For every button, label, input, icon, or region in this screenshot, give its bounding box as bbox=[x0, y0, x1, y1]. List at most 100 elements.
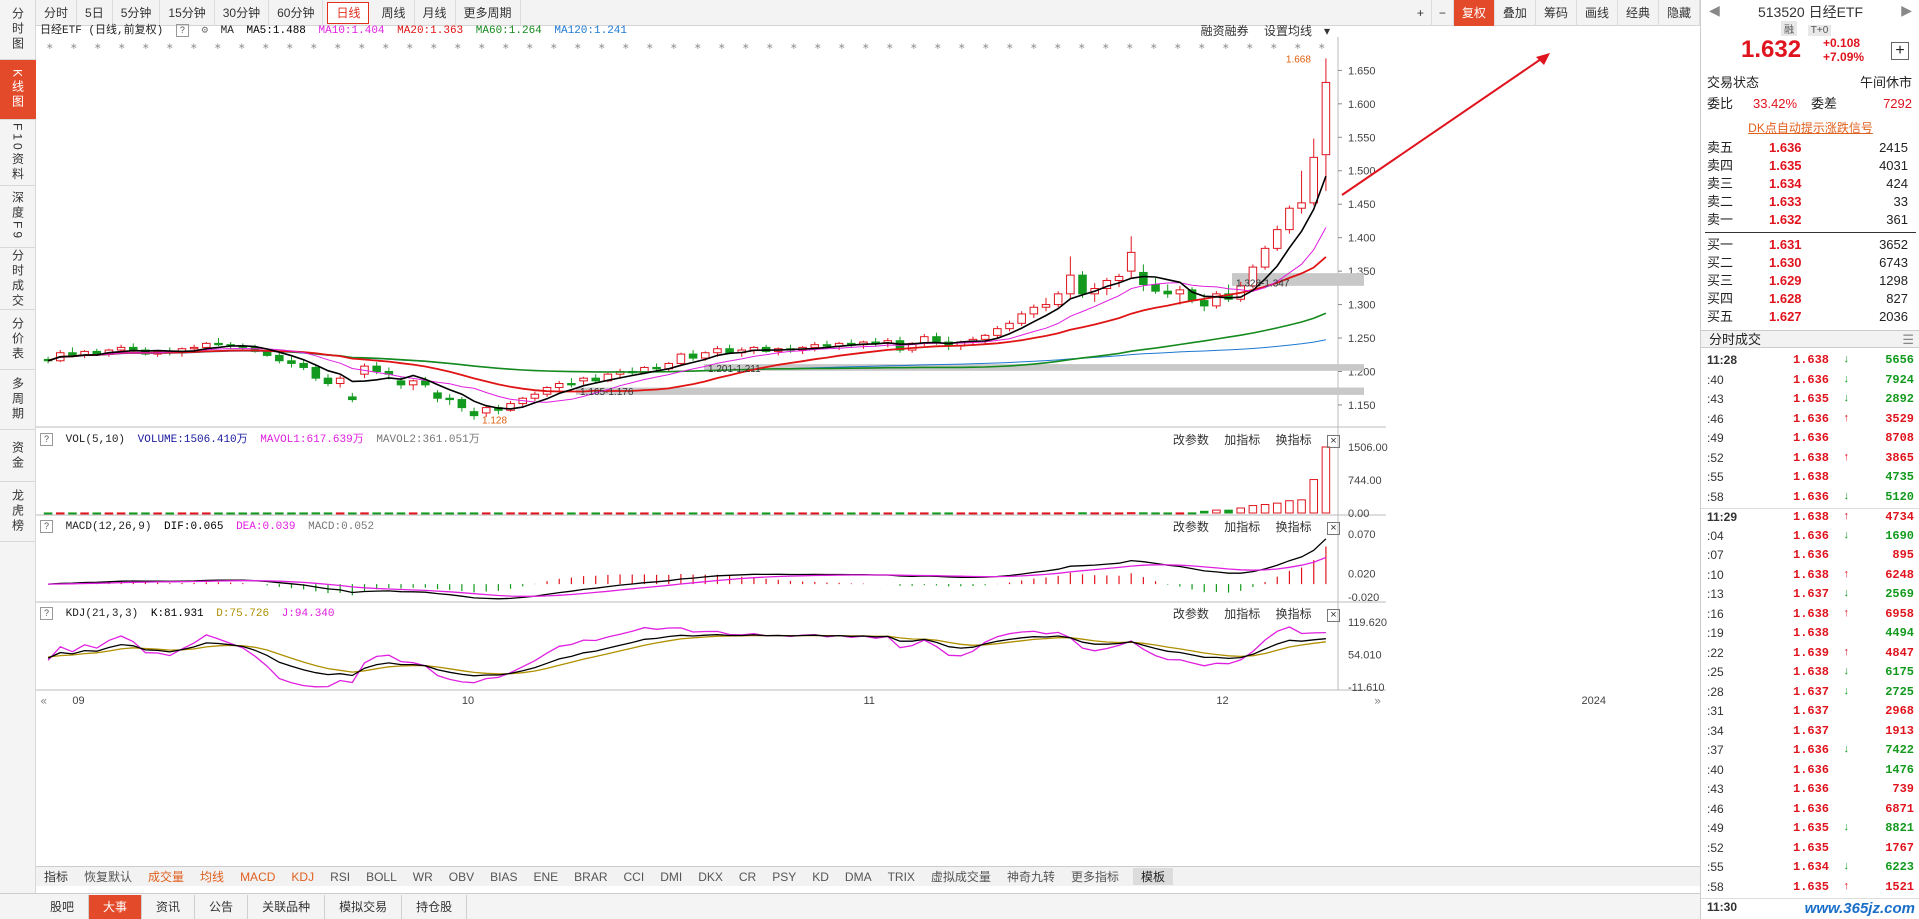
switch-indicator-button[interactable]: 换指标 bbox=[1276, 520, 1312, 534]
tick-volume: 6958 bbox=[1885, 606, 1914, 621]
edit-params-button[interactable]: 改参数 bbox=[1173, 520, 1209, 534]
tool-2[interactable]: 复权 bbox=[1453, 0, 1495, 26]
close-icon[interactable]: × bbox=[1327, 522, 1340, 535]
indicator-17[interactable]: PSY bbox=[764, 870, 804, 884]
indicator-15[interactable]: DKX bbox=[690, 870, 731, 884]
help-icon[interactable]: ? bbox=[40, 433, 53, 446]
period-tab-5[interactable]: 60分钟 bbox=[269, 0, 324, 26]
set-ma-link[interactable]: 设置均线 bbox=[1264, 24, 1312, 38]
left-tab-7[interactable]: 资金 bbox=[0, 430, 36, 482]
help-icon[interactable]: ? bbox=[175, 24, 189, 37]
period-tab-8[interactable]: 月线 bbox=[415, 0, 456, 26]
indicator-13[interactable]: CCI bbox=[616, 870, 653, 884]
candle-body bbox=[676, 353, 686, 364]
indicator-2[interactable]: 成交量 bbox=[140, 868, 192, 885]
bottom-tab-1[interactable]: 大事 bbox=[89, 894, 143, 919]
indicator-24[interactable]: 模板 bbox=[1132, 868, 1173, 885]
left-tab-5[interactable]: 分价表 bbox=[0, 310, 36, 370]
tool-1[interactable]: − bbox=[1432, 0, 1454, 26]
indicator-3[interactable]: 均线 bbox=[192, 868, 232, 885]
scroll-left-icon[interactable]: « bbox=[40, 694, 47, 708]
switch-indicator-button[interactable]: 换指标 bbox=[1276, 433, 1312, 447]
settings-gear-icon[interactable]: ⚙ bbox=[201, 25, 208, 37]
last-price: 1.632 bbox=[1741, 36, 1802, 63]
indicator-1[interactable]: 恢复默认 bbox=[76, 868, 140, 885]
tool-7[interactable]: 隐藏 bbox=[1659, 0, 1700, 26]
tick-arrow-icon: ↑ bbox=[1843, 412, 1850, 425]
indicator-19[interactable]: DMA bbox=[837, 870, 880, 884]
dk-signal-link[interactable]: DK点自动提示涨跌信号 bbox=[1701, 119, 1919, 136]
left-tab-6[interactable]: 多周期 bbox=[0, 370, 36, 430]
help-icon[interactable]: ? bbox=[40, 607, 53, 620]
tool-5[interactable]: 画线 bbox=[1577, 0, 1618, 26]
left-tab-4[interactable]: 分时成交 bbox=[0, 248, 36, 310]
add-indicator-button[interactable]: 加指标 bbox=[1224, 520, 1260, 534]
indicator-16[interactable]: CR bbox=[731, 870, 764, 884]
close-icon[interactable]: × bbox=[1327, 435, 1340, 448]
period-tab-4[interactable]: 30分钟 bbox=[215, 0, 270, 26]
switch-indicator-button[interactable]: 换指标 bbox=[1276, 607, 1312, 621]
indicator-7[interactable]: BOLL bbox=[358, 870, 405, 884]
tool-4[interactable]: 筹码 bbox=[1536, 0, 1577, 26]
indicator-18[interactable]: KD bbox=[804, 870, 837, 884]
close-icon[interactable]: × bbox=[1327, 609, 1340, 622]
add-indicator-button[interactable]: 加指标 bbox=[1224, 433, 1260, 447]
left-tab-3[interactable]: 深度F9 bbox=[0, 186, 36, 248]
bottom-tab-2[interactable]: 资讯 bbox=[142, 894, 196, 919]
event-marker-icon: ∗ bbox=[934, 42, 942, 52]
bottom-tab-0[interactable]: 股吧 bbox=[36, 894, 90, 919]
bottom-tab-6[interactable]: 持仓股 bbox=[402, 894, 468, 919]
indicator-21[interactable]: 虚拟成交量 bbox=[923, 868, 999, 885]
bottom-tab-4[interactable]: 关联品种 bbox=[248, 894, 326, 919]
left-tab-8[interactable]: 龙虎榜 bbox=[0, 482, 36, 542]
period-tab-9[interactable]: 更多周期 bbox=[456, 0, 521, 26]
left-tab-1[interactable]: K线图 bbox=[0, 60, 36, 120]
left-tab-2[interactable]: F10资料 bbox=[0, 120, 36, 186]
tick-price: 1.636 bbox=[1793, 528, 1830, 543]
indicator-0[interactable]: 指标 bbox=[36, 868, 76, 885]
tick-volume: 2725 bbox=[1885, 684, 1914, 699]
next-arrow-icon[interactable]: ▶ bbox=[1901, 2, 1912, 19]
indicator-9[interactable]: OBV bbox=[441, 870, 482, 884]
volume-bar bbox=[141, 512, 150, 515]
indicator-8[interactable]: WR bbox=[405, 870, 441, 884]
edit-params-button[interactable]: 改参数 bbox=[1173, 433, 1209, 447]
indicator-11[interactable]: ENE bbox=[525, 870, 566, 884]
left-tab-0[interactable]: 分时图 bbox=[0, 0, 36, 60]
volume-bar bbox=[311, 512, 321, 515]
tool-3[interactable]: 叠加 bbox=[1495, 0, 1536, 26]
period-tab-0[interactable]: 分时 bbox=[36, 0, 78, 26]
bottom-tab-3[interactable]: 公告 bbox=[195, 894, 249, 919]
period-tab-3[interactable]: 15分钟 bbox=[160, 0, 215, 26]
period-tab-1[interactable]: 5日 bbox=[77, 0, 113, 26]
indicator-20[interactable]: TRIX bbox=[880, 870, 923, 884]
volume-bar bbox=[920, 512, 929, 515]
tick-row: :46 1.636 6871 bbox=[1701, 801, 1919, 818]
indicator-4[interactable]: MACD bbox=[232, 870, 283, 884]
period-tab-2[interactable]: 5分钟 bbox=[113, 0, 161, 26]
tool-0[interactable]: + bbox=[1410, 0, 1432, 26]
prev-arrow-icon[interactable]: ◀ bbox=[1709, 2, 1720, 19]
bottom-tab-5[interactable]: 模拟交易 bbox=[325, 894, 403, 919]
tick-volume: 1690 bbox=[1885, 528, 1914, 543]
kdj-axis-label: 54.010 bbox=[1348, 650, 1382, 662]
indicator-12[interactable]: BRAR bbox=[566, 870, 615, 884]
margin-trading-link[interactable]: 融资融券 bbox=[1201, 24, 1249, 38]
edit-params-button[interactable]: 改参数 bbox=[1173, 607, 1209, 621]
list-icon[interactable]: ☰ bbox=[1902, 331, 1914, 349]
scroll-right-icon[interactable]: » bbox=[1374, 694, 1381, 708]
add-indicator-button[interactable]: 加指标 bbox=[1224, 607, 1260, 621]
add-watchlist-button[interactable]: + bbox=[1891, 42, 1909, 60]
event-marker-icon: ∗ bbox=[46, 42, 54, 52]
indicator-23[interactable]: 更多指标 bbox=[1063, 868, 1127, 885]
period-tab-7[interactable]: 周线 bbox=[373, 0, 415, 26]
bid-volume: 3652 bbox=[1879, 237, 1908, 252]
period-tab-6[interactable]: 日线 bbox=[327, 1, 370, 24]
help-icon[interactable]: ? bbox=[40, 520, 53, 533]
indicator-6[interactable]: RSI bbox=[322, 870, 358, 884]
indicator-5[interactable]: KDJ bbox=[283, 870, 322, 884]
indicator-14[interactable]: DMI bbox=[652, 870, 690, 884]
indicator-10[interactable]: BIAS bbox=[482, 870, 525, 884]
tool-6[interactable]: 经典 bbox=[1618, 0, 1659, 26]
indicator-22[interactable]: 神奇九转 bbox=[999, 868, 1063, 885]
